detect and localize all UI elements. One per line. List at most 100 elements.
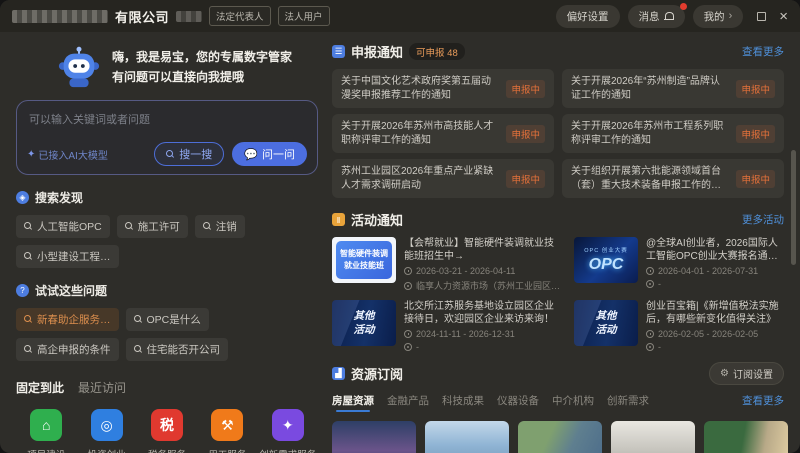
activity-thumbnail: 其他 活动	[332, 300, 396, 346]
discover-chip[interactable]: 人工智能OPC	[16, 215, 110, 238]
ai-model-note: ✦ 已接入AI大模型	[27, 147, 108, 162]
activity-card[interactable]: 其他 活动 北交所江苏服务基地设立园区企业接待日，欢迎园区企业来访来询！ 202…	[332, 300, 560, 352]
activity-date: 2026-02-05 - 2026-02-05	[646, 329, 784, 339]
search-icon	[24, 345, 33, 354]
notice-card[interactable]: 关于开展2026年苏州市高技能人才职称评审工作的通知 申报中	[332, 114, 554, 153]
notification-dot	[680, 3, 687, 10]
calendar-icon: ‖	[332, 213, 345, 226]
app-tile-investment-startup[interactable]: ◎ 投资创业	[76, 409, 136, 453]
tab-housing[interactable]: 房屋资源	[332, 393, 374, 412]
app-grid: ⌂ 项目建设 ◎ 投资创业 税 税务服务 ⚒ 用工服务 ✦ 创新需求服务 ▤ 载…	[16, 409, 318, 453]
discover-chip[interactable]: 施工许可	[117, 215, 188, 238]
greeting-text: 嗨，我是易宝，您的专属数字管家 有问题可以直接向我提哦	[112, 47, 292, 88]
chevron-right-icon	[729, 10, 733, 22]
resource-card[interactable]: 富华科技大厦，崇文路，办公，1340平	[611, 421, 695, 453]
worker-icon: ⚒	[211, 409, 243, 441]
tab-pinned[interactable]: 固定到此	[16, 379, 64, 396]
app-tile-tax-service[interactable]: 税 税务服务	[137, 409, 197, 453]
activities-title: 活动通知	[351, 210, 403, 229]
chart-icon: ▟	[332, 367, 345, 380]
activity-date: 2024-11-11 - 2026-12-31	[404, 329, 560, 339]
clock-icon	[646, 330, 654, 338]
app-tile-innovation-demand[interactable]: ✦ 创新需求服务	[258, 409, 318, 453]
restore-window-button[interactable]	[757, 11, 767, 21]
location-icon	[646, 343, 654, 351]
question-chip[interactable]: 高企申报的条件	[16, 338, 119, 361]
tab-innovation-demand[interactable]: 创新需求	[607, 393, 649, 412]
search-input[interactable]	[27, 113, 307, 127]
resource-tabs: 房屋资源 金融产品 科技成果 仪器设备 中介机构 创新需求 查看更多	[332, 393, 784, 412]
status-badge: 申报中	[736, 125, 775, 143]
notice-card[interactable]: 苏州工业园区2026年重点产业紧缺人才需求调研启动 申报中	[332, 159, 554, 198]
notice-card[interactable]: 关于组织开展第六批能源领域首台（套）重大技术装备申报工作的通知 申报中	[562, 159, 784, 198]
resource-card[interactable]: 蒲公英孵化器，苏州国际科技园五期，…	[704, 421, 788, 453]
my-account-button[interactable]: 我的	[693, 5, 744, 28]
resources-header: ▟ 资源订阅 订阅设置	[332, 362, 784, 385]
activity-card[interactable]: OPC 创业大赛 OPC @全球AI创业者，2026国际人工智能OPC创业大赛报…	[574, 237, 784, 292]
activity-thumbnail: 智能硬件装调 就业技能班	[332, 237, 396, 283]
activities-header: ‖ 活动通知 更多活动	[332, 210, 784, 229]
close-window-button[interactable]	[779, 9, 788, 24]
building-icon: ⌂	[30, 409, 62, 441]
discover-chip[interactable]: 小型建设工程…	[16, 245, 119, 268]
discover-chips: 人工智能OPC 施工许可 注销 小型建设工程…	[16, 215, 318, 268]
notice-card[interactable]: 关于开展2026年“苏州制造”品牌认证工作的通知 申报中	[562, 69, 784, 108]
activity-location: 临享人力资源市场（苏州工业园区…	[404, 279, 560, 292]
tab-instruments[interactable]: 仪器设备	[497, 393, 539, 412]
question-icon: ?	[16, 284, 29, 297]
question-chips: 新春助企服务… OPC是什么 高企申报的条件 住宅能否开公司	[16, 308, 318, 361]
question-chip[interactable]: OPC是什么	[126, 308, 209, 331]
activity-location: -	[646, 279, 784, 289]
subscription-settings-button[interactable]: 订阅设置	[709, 362, 784, 385]
status-badge: 申报中	[506, 170, 545, 188]
tab-finance[interactable]: 金融产品	[387, 393, 429, 412]
messages-button[interactable]: 消息	[628, 5, 685, 28]
activity-title: 北交所江苏服务基地设立园区企业接待日，欢迎园区企业来访来询！	[404, 300, 560, 326]
activity-date: 2026-04-01 - 2026-07-31	[646, 266, 784, 276]
resources-more-link[interactable]: 查看更多	[742, 393, 784, 408]
search-box-footer: ✦ 已接入AI大模型 搜一搜 💬 问一问	[27, 142, 307, 166]
notices-more-link[interactable]: 查看更多	[742, 44, 784, 59]
app-tile-project-construction[interactable]: ⌂ 项目建设	[16, 409, 76, 453]
assistant-search-box: ✦ 已接入AI大模型 搜一搜 💬 问一问	[16, 100, 318, 175]
declarable-count-badge: 可申报 48	[409, 43, 465, 60]
tab-recent[interactable]: 最近访问	[78, 379, 126, 396]
notice-card[interactable]: 关于开展2026年苏州市工程系列职称评审工作的通知 申报中	[562, 114, 784, 153]
app-tile-employment-service[interactable]: ⚒ 用工服务	[197, 409, 257, 453]
status-badge: 申报中	[506, 125, 545, 143]
activity-card[interactable]: 其他 活动 创业百宝箱|《新增值税法实施后，有哪些新变化值得关注》 2026-0…	[574, 300, 784, 352]
status-badge: 申报中	[736, 80, 775, 98]
property-photo	[425, 421, 509, 453]
activity-thumbnail: 其他 活动	[574, 300, 638, 346]
notice-card[interactable]: 关于中国文化艺术政府奖第五届动漫奖申报推荐工作的通知 申报中	[332, 69, 554, 108]
activity-title: 【会帮就业】智能硬件装调就业技能班招生中→	[404, 237, 560, 263]
badge-legal-representative: 法定代表人	[209, 6, 271, 26]
titlebar-actions: 偏好设置 消息 我的	[556, 5, 788, 28]
activity-location: -	[404, 342, 560, 352]
tab-intermediaries[interactable]: 中介机构	[552, 393, 594, 412]
location-icon	[646, 280, 654, 288]
resource-card[interactable]: 6-9A0	[332, 421, 416, 453]
discover-chip[interactable]: 注销	[195, 215, 245, 238]
preferences-button[interactable]: 偏好设置	[556, 5, 620, 28]
activities-more-link[interactable]: 更多活动	[742, 212, 784, 227]
resource-card[interactable]: 桑田岛科创园2号楼409室	[425, 421, 509, 453]
sparkle-icon: ✦	[27, 149, 35, 160]
question-chip[interactable]: 住宅能否开公司	[126, 338, 229, 361]
tab-tech-achievements[interactable]: 科技成果	[442, 393, 484, 412]
ask-button-label: 问一问	[262, 146, 295, 162]
property-photo	[332, 421, 416, 453]
question-chip-highlighted[interactable]: 新春助企服务…	[16, 308, 119, 331]
activity-title: @全球AI创业者，2026国际人工智能OPC创业大赛报名通道开启	[646, 237, 784, 263]
activity-grid: 智能硬件装调 就业技能班 【会帮就业】智能硬件装调就业技能班招生中→ 2026-…	[332, 237, 784, 352]
search-button[interactable]: 搜一搜	[154, 142, 224, 166]
left-panel: 嗨，我是易宝，您的专属数字管家 有问题可以直接向我提哦 ✦ 已接入AI大模型 搜…	[16, 44, 318, 453]
resource-card[interactable]: 56文创园，通园路，办公，95-1800平	[518, 421, 602, 453]
notice-grid: 关于中国文化艺术政府奖第五届动漫奖申报推荐工作的通知 申报中 关于开展2026年…	[332, 69, 784, 198]
ask-button[interactable]: 💬 问一问	[232, 142, 307, 166]
activity-date: 2026-03-21 - 2026-04-11	[404, 266, 560, 276]
scrollbar-thumb[interactable]	[791, 150, 796, 265]
activity-card[interactable]: 智能硬件装调 就业技能班 【会帮就业】智能硬件装调就业技能班招生中→ 2026-…	[332, 237, 560, 292]
company-info: 有限公司 法定代表人 法人用户	[12, 6, 330, 26]
search-icon	[134, 315, 143, 324]
